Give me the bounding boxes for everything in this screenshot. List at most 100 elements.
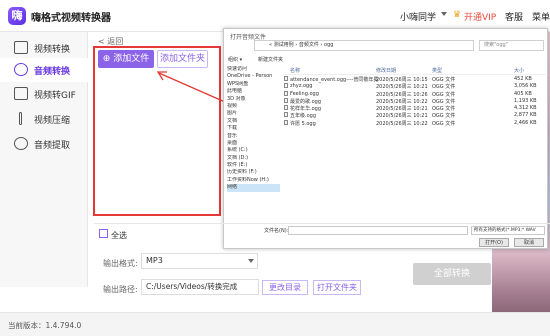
- sidebar-item-label: 视频转GIF: [34, 91, 76, 101]
- tree-item[interactable]: 系统 (C:): [227, 147, 280, 154]
- menu-button[interactable]: 菜单: [532, 10, 550, 23]
- dialog-organize-button[interactable]: 组织 ▾: [228, 56, 242, 63]
- tree-item[interactable]: 下载: [227, 125, 280, 132]
- tree-item[interactable]: 文档 (D:): [227, 155, 280, 162]
- dialog-new-folder-button[interactable]: 新建文件夹: [258, 56, 283, 63]
- tree-item[interactable]: 网络: [227, 184, 280, 192]
- output-path-label: 输出路径:: [103, 285, 138, 294]
- dialog-open-button[interactable]: 打开(O): [479, 238, 509, 247]
- file-type: OGG 文件: [432, 120, 456, 127]
- tree-item[interactable]: 软件 (E:): [227, 162, 280, 169]
- add-folder-button[interactable]: 添加文件夹: [157, 50, 208, 68]
- tree-item[interactable]: 3D 对象: [227, 96, 280, 103]
- file-row[interactable]: Feeling.ogg 2020/5/26周三 10:26 OGG 文件 405 KB: [284, 90, 546, 98]
- sidebar: 视频转换 音频转换 视频转GIF 视频压缩 音频提取: [0, 32, 88, 287]
- app-logo-icon: 嗨: [8, 7, 26, 25]
- annotation-arrow-icon: [156, 71, 226, 103]
- file-row[interactable]: 许愿 5.ogg 2020/5/26周三 10:22 OGG 文件 2,466 KB: [284, 119, 546, 127]
- file-icon: [284, 105, 288, 111]
- file-row[interactable]: zhyz.ogg 2020/5/26周三 10:21 OGG 文件 3,056 KB: [284, 82, 546, 90]
- dialog-file-list: 名称 修改日期 类型 大小 attendance_event.ogg----普同…: [284, 66, 546, 127]
- sidebar-item-label: 音频提取: [34, 141, 71, 151]
- vip-button[interactable]: 开通VIP: [464, 10, 496, 23]
- file-row[interactable]: 五年级.ogg 2020/5/26周三 10:21 OGG 文件 2,877 KB: [284, 111, 546, 119]
- tree-item[interactable]: 工作资料Now (H:): [227, 177, 280, 184]
- file-size: 4,312 KB: [514, 105, 537, 112]
- file-row[interactable]: 最爱的歌.ogg 2020/5/26周三 10:22 OGG 文件 1,193 KB: [284, 97, 546, 105]
- output-format-label: 输出格式:: [103, 259, 138, 268]
- output-path-input[interactable]: C:/Users/Videos/转换完成: [141, 279, 259, 295]
- dialog-address-bar[interactable]: « 测试用例 › 音频文件 › ogg: [254, 40, 474, 51]
- file-name: Feeling.ogg: [290, 90, 319, 97]
- service-button[interactable]: 客服: [505, 10, 523, 23]
- file-size: 405 KB: [514, 90, 532, 97]
- file-size: 452 KB: [514, 76, 532, 82]
- file-row[interactable]: 花样年华.ogg 2020/5/26周三 10:21 OGG 文件 4,312 KB: [284, 104, 546, 112]
- dialog-cancel-button[interactable]: 取消: [514, 238, 544, 247]
- file-icon: [284, 83, 288, 89]
- divider: [94, 223, 550, 224]
- column-name[interactable]: 名称: [290, 67, 300, 74]
- file-list-header: 名称 修改日期 类型 大小: [284, 66, 546, 75]
- audio-extract-icon: [14, 137, 28, 150]
- tree-item[interactable]: 图片: [227, 110, 280, 117]
- filename-label: 文件名(N):: [264, 228, 289, 234]
- sidebar-item-video-gif[interactable]: 视频转GIF: [0, 82, 88, 106]
- file-type-filter[interactable]: 所有支持的格式(*.MP3;*.WAV: [471, 226, 545, 235]
- chevron-down-icon[interactable]: [248, 259, 254, 263]
- tree-item[interactable]: 桌面: [227, 140, 280, 147]
- sidebar-item-audio-convert[interactable]: 音频转换: [0, 58, 88, 82]
- file-row[interactable]: attendance_event.ogg----普同敬年冕 2020/5/26周三…: [284, 75, 546, 83]
- file-size: 3,056 KB: [514, 83, 537, 90]
- file-size: 2,466 KB: [514, 119, 537, 126]
- compress-icon: [19, 112, 22, 125]
- file-name: zhyz.ogg: [290, 83, 313, 90]
- file-icon: [284, 97, 288, 103]
- output-format-select[interactable]: MP3: [141, 253, 258, 269]
- video-convert-icon: [14, 41, 28, 54]
- select-all-checkbox[interactable]: [99, 229, 108, 238]
- tree-item[interactable]: 文档: [227, 118, 280, 125]
- file-icon: [284, 76, 288, 81]
- version-label: 当前版本：1.4.794.0: [8, 321, 82, 330]
- tree-item[interactable]: 此电脑: [227, 88, 280, 95]
- sidebar-item-label: 视频转换: [34, 45, 71, 55]
- file-size: 2,877 KB: [514, 112, 537, 119]
- file-date: 2020/5/26周三 10:22: [376, 120, 428, 127]
- change-dir-button[interactable]: 更改目录: [262, 280, 308, 295]
- sidebar-item-label: 视频压缩: [34, 116, 71, 126]
- add-file-button[interactable]: ⊕ 添加文件: [98, 50, 154, 68]
- file-icon: [284, 119, 288, 125]
- tree-item[interactable]: 音乐: [227, 133, 280, 140]
- gif-icon: [14, 87, 28, 100]
- file-size: 1,193 KB: [514, 97, 537, 104]
- column-size[interactable]: 大小: [514, 67, 524, 74]
- user-dropdown-icon[interactable]: [441, 12, 447, 16]
- convert-all-button[interactable]: 全部转换: [413, 263, 491, 285]
- file-icon: [284, 112, 288, 118]
- column-date[interactable]: 修改日期: [376, 67, 396, 74]
- tree-item[interactable]: 视频: [227, 103, 280, 110]
- crown-icon: ♛: [453, 10, 462, 20]
- dialog-search-input[interactable]: 搜索"ogg": [479, 40, 544, 51]
- user-name[interactable]: 小嗨同学: [400, 10, 436, 23]
- app-title: 嗨格式视频转换器: [31, 13, 111, 24]
- sidebar-item-video-convert[interactable]: 视频转换: [0, 36, 88, 60]
- tree-item[interactable]: 快速访问: [227, 66, 280, 73]
- dialog-nav-tree: 快速访问 OneDrive - Person WPS网盘 此电脑 3D 对象 视…: [227, 66, 280, 216]
- filename-input[interactable]: [288, 226, 468, 235]
- tree-item[interactable]: 历史资料 (F:): [227, 169, 280, 176]
- status-bar: 当前版本：1.4.794.0: [0, 312, 550, 336]
- select-all-label: 全选: [111, 231, 127, 240]
- sidebar-item-video-compress[interactable]: 视频压缩: [0, 107, 88, 131]
- file-name: 许愿 5.ogg: [290, 120, 316, 127]
- tree-item[interactable]: OneDrive - Person: [227, 73, 280, 80]
- open-file-dialog: 打开音频文件 « 测试用例 › 音频文件 › ogg 搜索"ogg" 组织 ▾ …: [223, 28, 548, 249]
- column-type[interactable]: 类型: [432, 67, 442, 74]
- file-icon: [284, 90, 288, 96]
- tree-item[interactable]: WPS网盘: [227, 81, 280, 88]
- audio-convert-icon: [14, 63, 28, 76]
- open-folder-button[interactable]: 打开文件夹: [313, 280, 361, 295]
- sidebar-item-audio-extract[interactable]: 音频提取: [0, 132, 88, 156]
- sidebar-item-label: 音频转换: [34, 67, 71, 77]
